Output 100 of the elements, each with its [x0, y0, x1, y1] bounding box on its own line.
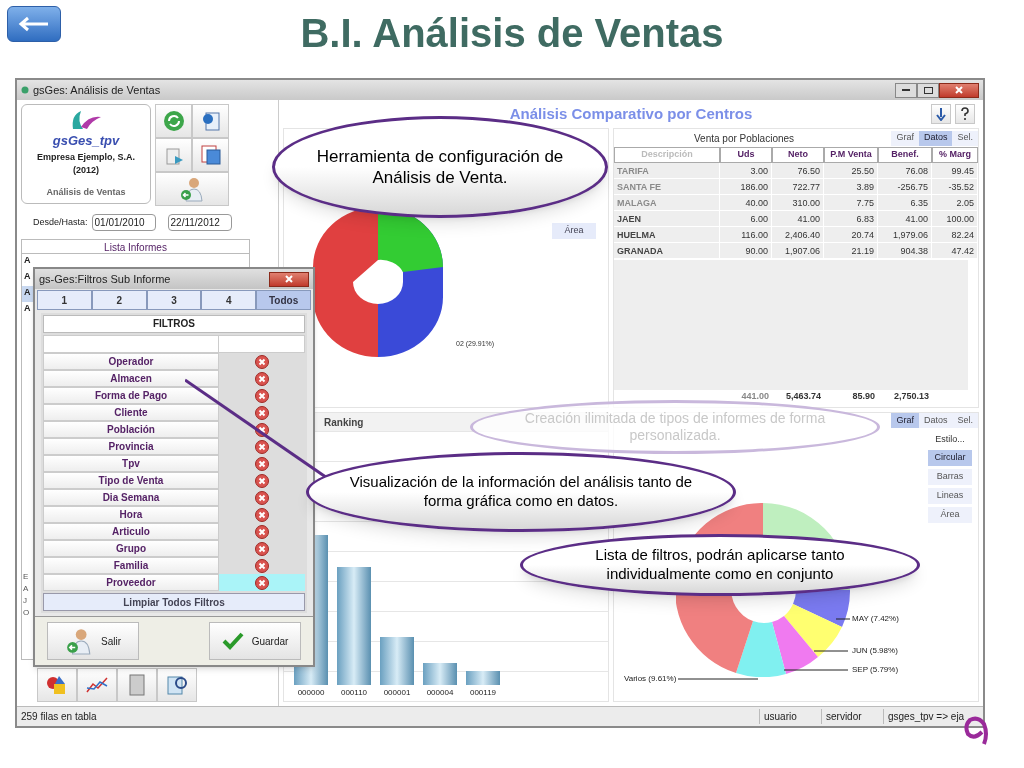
- table-cell: 7.75: [824, 195, 878, 211]
- leader-line: [814, 650, 848, 652]
- refresh-icon: [162, 110, 185, 132]
- view-tab[interactable]: Graf: [891, 413, 919, 428]
- layouts-button[interactable]: [192, 138, 229, 172]
- minimize-button[interactable]: [895, 82, 917, 98]
- chart-style-button[interactable]: Circular: [928, 450, 972, 466]
- table-cell: 2,406.40: [772, 227, 824, 243]
- close-button[interactable]: [269, 271, 309, 287]
- remove-icon[interactable]: [255, 558, 269, 573]
- filter-tab[interactable]: 2: [91, 290, 147, 310]
- table-cell: 82.24: [932, 227, 978, 243]
- line-chart-button[interactable]: [77, 668, 117, 702]
- user-button[interactable]: [155, 172, 229, 206]
- remove-icon[interactable]: [255, 507, 269, 522]
- cubes-button[interactable]: [37, 668, 77, 702]
- table-cell: JAEN: [614, 211, 720, 227]
- filter-tab[interactable]: Todos: [256, 290, 311, 310]
- status-text: usuario: [759, 709, 821, 724]
- filter-item[interactable]: Hora: [43, 506, 219, 523]
- filter-tab[interactable]: 4: [201, 290, 257, 310]
- search-report-button[interactable]: [157, 668, 197, 702]
- filter-item[interactable]: Operador: [43, 353, 219, 370]
- clear-filters-button[interactable]: Limpiar Todos Filtros: [43, 593, 305, 611]
- filter-item[interactable]: Articulo: [43, 523, 219, 540]
- back-button[interactable]: [7, 6, 61, 42]
- date-to-field[interactable]: 22/11/2012: [167, 214, 232, 231]
- filter-item[interactable]: Familia: [43, 557, 219, 574]
- chart-style-button[interactable]: Área: [552, 223, 596, 239]
- view-tab[interactable]: Datos: [918, 413, 953, 428]
- remove-icon[interactable]: [255, 541, 269, 556]
- filter-tab[interactable]: 3: [146, 290, 202, 310]
- table-cell: 41.00: [878, 211, 932, 227]
- close-button[interactable]: [939, 82, 979, 98]
- column-header: Descripción: [614, 147, 720, 163]
- list-item[interactable]: A: [22, 254, 249, 270]
- info-button[interactable]: [931, 104, 951, 124]
- filter-item[interactable]: Dia Semana: [43, 489, 219, 506]
- table-cell: 41.00: [772, 211, 824, 227]
- view-tab[interactable]: Graf: [891, 130, 919, 146]
- panel-title: Venta por Poblaciones: [694, 131, 795, 146]
- remove-icon[interactable]: [255, 575, 269, 590]
- remove-icon[interactable]: [255, 354, 269, 369]
- pie-label: Varios (9.61%): [624, 673, 677, 685]
- table-cell: HUELMA: [614, 227, 720, 243]
- export-button[interactable]: [155, 138, 192, 172]
- remove-icon[interactable]: [255, 439, 269, 454]
- filter-item[interactable]: Proveedor: [43, 574, 219, 591]
- save-button[interactable]: Guardar: [209, 622, 301, 660]
- total-cell-text: 5,463.74: [784, 389, 822, 403]
- remove-icon[interactable]: [255, 456, 269, 471]
- filter-item[interactable]: Tipo de Venta: [43, 472, 219, 489]
- remove-icon[interactable]: [255, 490, 269, 505]
- remove-icon[interactable]: [255, 388, 269, 403]
- preview-button[interactable]: [192, 104, 229, 138]
- table-cell: -35.52: [932, 179, 978, 195]
- exit-button[interactable]: Salir: [47, 622, 139, 660]
- chart-style-button[interactable]: Lineas: [928, 488, 972, 504]
- view-tab[interactable]: Sel.: [952, 413, 978, 428]
- app-name: gsGes_tpv: [52, 132, 120, 150]
- remove-icon[interactable]: [255, 371, 269, 386]
- chart-style-button[interactable]: Área: [928, 507, 972, 523]
- date-range-label: Desde/Hasta:: [33, 215, 88, 229]
- module-name: Análisis de Ventas: [46, 185, 126, 199]
- remove-icon[interactable]: [255, 405, 269, 420]
- help-button[interactable]: [955, 104, 975, 124]
- close-icon: [955, 86, 963, 94]
- filter-item[interactable]: Forma de Pago: [43, 387, 219, 404]
- chart-style-button[interactable]: Barras: [928, 469, 972, 485]
- filter-item[interactable]: Tpv: [43, 455, 219, 472]
- table-cell: 90.00: [720, 243, 772, 259]
- column-header: P.M Venta: [824, 147, 878, 163]
- maximize-button[interactable]: [917, 82, 939, 98]
- pie-label: JUN (5.98%): [852, 645, 898, 657]
- remove-icon[interactable]: [255, 473, 269, 488]
- filter-item[interactable]: Almacen: [43, 370, 219, 387]
- filter-item[interactable]: Cliente: [43, 404, 219, 421]
- bar-label: 000000: [296, 687, 326, 699]
- table-cell: MALAGA: [614, 195, 720, 211]
- table-cell: 6.83: [824, 211, 878, 227]
- view-tab[interactable]: Datos: [918, 130, 953, 146]
- filter-item[interactable]: Provincia: [43, 438, 219, 455]
- filter-tab[interactable]: 1: [37, 290, 92, 310]
- person-icon: [179, 176, 205, 202]
- bar: [466, 671, 500, 685]
- leader-line: [836, 618, 850, 620]
- table-cell: 1,979.06: [878, 227, 932, 243]
- window-title: gsGes: Análisis de Ventas: [33, 82, 161, 98]
- search-document-icon: [166, 674, 188, 696]
- date-from-field[interactable]: 01/01/2010: [91, 214, 156, 231]
- refresh-button[interactable]: [155, 104, 192, 138]
- windows-icon: [199, 144, 222, 166]
- filter-item[interactable]: Población: [43, 421, 219, 438]
- back-arrow-icon: [18, 16, 50, 32]
- maximize-icon: [923, 86, 933, 94]
- remove-icon[interactable]: [255, 524, 269, 539]
- close-icon: [285, 275, 293, 283]
- view-tab[interactable]: Sel.: [952, 130, 978, 146]
- filter-item[interactable]: Grupo: [43, 540, 219, 557]
- pie-label: MAY (7.42%): [852, 613, 899, 625]
